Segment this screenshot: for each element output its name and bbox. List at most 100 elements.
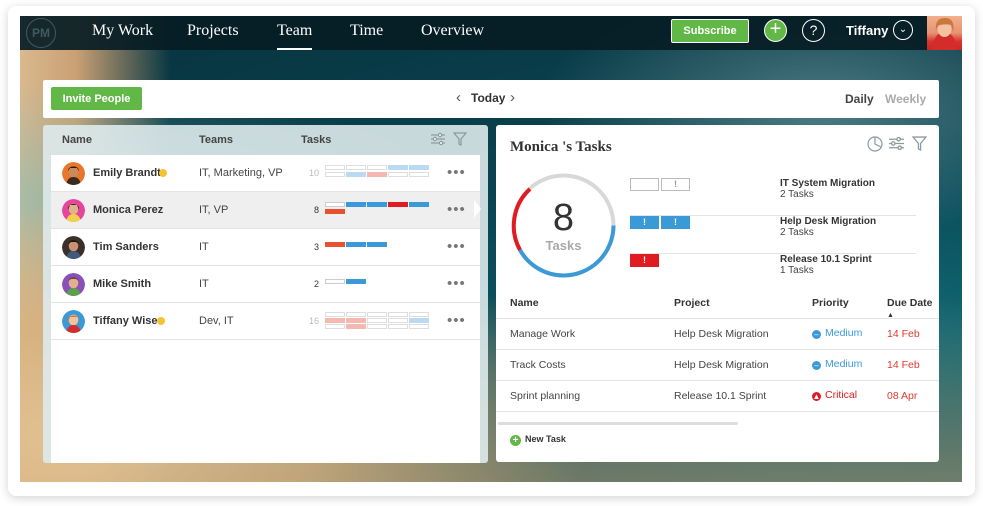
task-box: ! xyxy=(630,254,659,267)
member-task-bars xyxy=(325,312,435,331)
sliders-icon[interactable] xyxy=(889,136,904,154)
plus-icon: + xyxy=(510,435,521,446)
team-row-tim-sanders[interactable]: Tim Sanders IT 3 ••• xyxy=(51,229,480,266)
medium-priority-icon: – xyxy=(812,330,821,339)
task-name: Manage Work xyxy=(510,328,576,340)
avatar xyxy=(62,162,85,185)
task-project: Help Desk Migration xyxy=(674,328,769,340)
subscribe-button[interactable]: Subscribe xyxy=(671,19,749,43)
project-name: Help Desk Migration xyxy=(780,216,877,227)
member-name: Emily Brandt xyxy=(93,167,161,179)
task-project: Release 10.1 Sprint xyxy=(674,390,767,402)
member-teams: IT, VP xyxy=(199,204,229,216)
nav-projects[interactable]: Projects xyxy=(187,22,239,40)
task-priority: – Medium xyxy=(812,358,862,370)
column-name[interactable]: Name xyxy=(62,134,92,146)
team-table-header: Name Teams Tasks xyxy=(43,125,488,155)
app-window: PM My Work Projects Team Time Overview S… xyxy=(20,16,962,482)
member-task-count: 10 xyxy=(308,168,319,178)
team-row-tiffany-wise[interactable]: Tiffany Wise Dev, IT 16 ••• xyxy=(51,303,480,340)
task-priority: ▲ Critical xyxy=(812,389,857,401)
new-task-button[interactable]: + New Task xyxy=(510,434,566,446)
member-name: Monica Perez xyxy=(93,204,164,216)
column-tasks[interactable]: Tasks xyxy=(301,134,331,146)
project-summary-it-system-migration[interactable]: ! IT System Migration 2 Tasks xyxy=(630,178,916,216)
horizontal-scrollbar[interactable] xyxy=(498,422,738,425)
priority-label: Critical xyxy=(825,389,858,401)
column-due-date-label: Due Date xyxy=(887,297,933,309)
column-priority[interactable]: Priority xyxy=(812,297,849,309)
member-teams: IT xyxy=(199,278,209,290)
column-project[interactable]: Project xyxy=(674,297,710,309)
invite-people-button[interactable]: Invite People xyxy=(51,87,142,110)
task-row[interactable]: Manage Work Help Desk Migration – Medium … xyxy=(496,319,939,350)
row-more-button[interactable]: ••• xyxy=(447,312,466,329)
avatar xyxy=(62,199,85,222)
view-daily-toggle[interactable]: Daily xyxy=(845,92,874,106)
team-row-monica-perez[interactable]: Monica Perez IT, VP 8 ••• xyxy=(51,192,480,229)
chevron-down-icon[interactable]: ⌄ xyxy=(893,20,913,40)
new-task-label: New Task xyxy=(525,434,566,444)
view-weekly-toggle[interactable]: Weekly xyxy=(885,92,926,106)
online-status-dot xyxy=(159,169,167,177)
team-row-mike-smith[interactable]: Mike Smith IT 2 ••• xyxy=(51,266,480,303)
member-task-count: 16 xyxy=(308,316,319,326)
task-project: Help Desk Migration xyxy=(674,359,769,371)
user-name[interactable]: Tiffany xyxy=(846,23,888,38)
task-row[interactable]: Sprint planning Release 10.1 Sprint ▲ Cri… xyxy=(496,381,939,412)
task-due-date: 14 Feb xyxy=(887,328,920,340)
tasks-panel-title: Monica 's Tasks xyxy=(510,139,612,155)
row-more-button[interactable]: ••• xyxy=(447,275,466,292)
filter-icon[interactable] xyxy=(911,136,928,154)
nav-overview[interactable]: Overview xyxy=(421,22,484,40)
add-icon[interactable]: + xyxy=(764,19,787,42)
today-label[interactable]: Today xyxy=(471,91,505,105)
team-row-emily-brandt[interactable]: Emily Brandt IT, Marketing, VP 10 ••• xyxy=(51,155,480,192)
column-due-date[interactable]: Due Date ▲ xyxy=(887,297,939,321)
tasks-table-header: Name Project Priority Due Date ▲ xyxy=(496,293,939,319)
project-name: Release 10.1 Sprint xyxy=(780,254,872,265)
project-summary-release-sprint[interactable]: ! Release 10.1 Sprint 1 Tasks xyxy=(630,254,916,292)
member-name: Tim Sanders xyxy=(93,241,159,253)
sliders-icon[interactable] xyxy=(431,132,445,146)
member-task-count: 3 xyxy=(313,242,319,252)
project-summary-help-desk-migration[interactable]: ! ! Help Desk Migration 2 Tasks xyxy=(630,216,916,254)
row-more-button[interactable]: ••• xyxy=(447,164,466,181)
total-tasks-number: 8 xyxy=(552,197,575,239)
priority-label: Medium xyxy=(825,327,863,339)
team-list: Emily Brandt IT, Marketing, VP 10 ••• Mo… xyxy=(51,155,480,463)
nav-my-work[interactable]: My Work xyxy=(92,22,153,40)
avatar xyxy=(62,310,85,333)
top-nav: PM My Work Projects Team Time Overview S… xyxy=(20,16,962,50)
member-teams: Dev, IT xyxy=(199,315,234,327)
critical-priority-icon: ▲ xyxy=(812,392,821,401)
avatar xyxy=(62,273,85,296)
pm-logo[interactable]: PM xyxy=(26,18,56,48)
member-teams: IT xyxy=(199,241,209,253)
row-more-button[interactable]: ••• xyxy=(447,201,466,218)
column-name[interactable]: Name xyxy=(510,297,539,309)
filter-icon[interactable] xyxy=(452,132,468,146)
pie-chart-icon[interactable] xyxy=(867,136,883,155)
task-priority: – Medium xyxy=(812,327,862,339)
project-task-count: 2 Tasks xyxy=(780,189,814,200)
user-avatar[interactable] xyxy=(927,16,962,50)
chevron-right-icon[interactable]: › xyxy=(510,89,515,106)
avatar xyxy=(62,236,85,259)
nav-team[interactable]: Team xyxy=(277,22,313,50)
help-icon[interactable]: ? xyxy=(802,19,825,42)
project-task-count: 2 Tasks xyxy=(780,227,814,238)
nav-time[interactable]: Time xyxy=(350,22,383,40)
total-tasks-label: Tasks xyxy=(545,238,582,253)
task-row[interactable]: Track Costs Help Desk Migration – Medium … xyxy=(496,350,939,381)
member-task-bars xyxy=(325,239,435,257)
toolbar: Invite People ‹ Today › Daily Weekly xyxy=(43,80,939,118)
task-name: Track Costs xyxy=(510,359,566,371)
chevron-left-icon[interactable]: ‹ xyxy=(456,89,461,106)
row-more-button[interactable]: ••• xyxy=(447,238,466,255)
member-task-bars xyxy=(325,202,435,220)
member-task-bars xyxy=(325,165,435,183)
member-task-count: 8 xyxy=(313,205,319,215)
column-teams[interactable]: Teams xyxy=(199,134,233,146)
member-tasks-panel: Monica 's Tasks 8 Tasks ! IT System Migr… xyxy=(496,125,939,462)
